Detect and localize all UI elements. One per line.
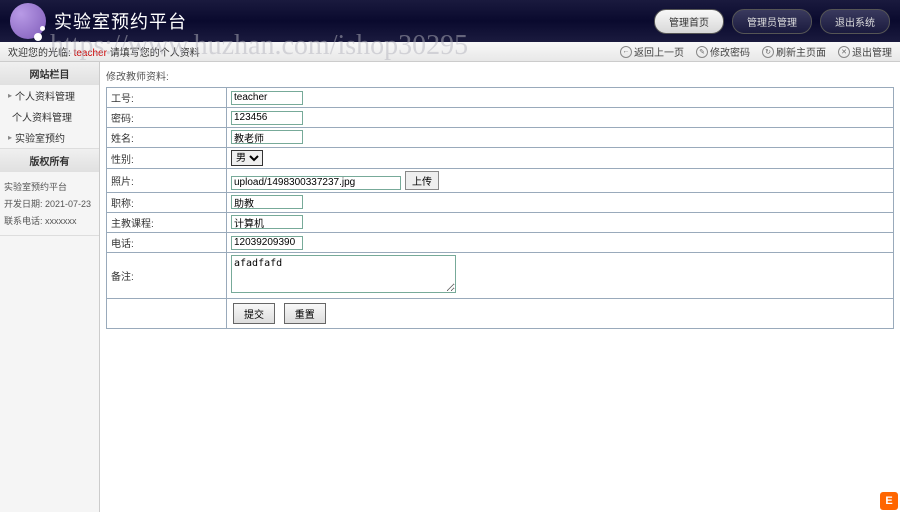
reset-button[interactable]: 重置 [284, 303, 326, 324]
sidebar-item-profile-sub[interactable]: 个人资料管理 [0, 106, 99, 127]
admin-button[interactable]: 管理员管理 [732, 9, 812, 34]
zhaopian-input[interactable] [231, 176, 401, 190]
sidebar-section-copyright: 版权所有 [0, 149, 99, 172]
copyright-phone: 联系电话: xxxxxxx [4, 212, 95, 229]
change-password-link[interactable]: ✎修改密码 [696, 44, 750, 59]
sidebar-section-nav: 网站栏目 [0, 62, 99, 85]
mima-label: 密码: [107, 108, 227, 128]
copyright-date: 开发日期: 2021-07-23 [4, 195, 95, 212]
welcome-text: 欢迎您的光临: [8, 48, 74, 59]
corner-badge: E [880, 492, 898, 510]
kecheng-input[interactable] [231, 215, 303, 229]
xingbie-label: 性别: [107, 148, 227, 169]
content: 修改教师资料: 工号: 密码: 姓名: 性别: 男 照片: 上传 [100, 62, 900, 512]
back-icon: ← [620, 46, 632, 58]
xingbie-select[interactable]: 男 [231, 150, 263, 166]
breadcrumb-right: ←返回上一页 ✎修改密码 ↻刷新主页面 ✕退出管理 [620, 44, 892, 59]
zhicheng-input[interactable] [231, 195, 303, 209]
main: 网站栏目 ▸个人资料管理 个人资料管理 ▸实验室预约 版权所有 实验室预约平台 … [0, 62, 900, 512]
beizhu-label: 备注: [107, 253, 227, 299]
sidebar-item-profile[interactable]: ▸个人资料管理 [0, 85, 99, 106]
breadcrumb: 欢迎您的光临: teacher 请填写您的个人资料 ←返回上一页 ✎修改密码 ↻… [0, 42, 900, 62]
key-icon: ✎ [696, 46, 708, 58]
app-title: 实验室预约平台 [54, 8, 187, 34]
gonghao-input[interactable] [231, 91, 303, 105]
home-button[interactable]: 管理首页 [654, 9, 724, 34]
logout-button[interactable]: 退出系统 [820, 9, 890, 34]
copyright-block: 实验室预约平台 开发日期: 2021-07-23 联系电话: xxxxxxx [0, 172, 99, 235]
zhicheng-label: 职称: [107, 193, 227, 213]
copyright-name: 实验室预约平台 [4, 178, 95, 195]
header-buttons: 管理首页 管理员管理 退出系统 [654, 9, 890, 34]
exit-link[interactable]: ✕退出管理 [838, 44, 892, 59]
sidebar: 网站栏目 ▸个人资料管理 个人资料管理 ▸实验室预约 版权所有 实验室预约平台 … [0, 62, 100, 512]
upload-button[interactable]: 上传 [405, 171, 439, 190]
sidebar-item-reserve[interactable]: ▸实验室预约 [0, 127, 99, 148]
refresh-icon: ↻ [762, 46, 774, 58]
header: 实验室预约平台 管理首页 管理员管理 退出系统 [0, 0, 900, 42]
zhaopian-label: 照片: [107, 169, 227, 193]
breadcrumb-extra: 请填写您的个人资料 [107, 48, 200, 59]
gonghao-label: 工号: [107, 88, 227, 108]
arrow-icon: ▸ [8, 91, 12, 100]
logo-icon [10, 3, 46, 39]
beizhu-textarea[interactable]: afadfafd [231, 255, 456, 293]
arrow-icon: ▸ [8, 133, 12, 142]
current-user: teacher [74, 48, 107, 59]
mima-input[interactable] [231, 111, 303, 125]
xingming-input[interactable] [231, 130, 303, 144]
submit-button[interactable]: 提交 [233, 303, 275, 324]
dianhua-label: 电话: [107, 233, 227, 253]
dianhua-input[interactable] [231, 236, 303, 250]
back-link[interactable]: ←返回上一页 [620, 44, 684, 59]
exit-icon: ✕ [838, 46, 850, 58]
form-table: 工号: 密码: 姓名: 性别: 男 照片: 上传 职称: [106, 87, 894, 329]
kecheng-label: 主教课程: [107, 213, 227, 233]
refresh-link[interactable]: ↻刷新主页面 [762, 44, 826, 59]
breadcrumb-left: 欢迎您的光临: teacher 请填写您的个人资料 [8, 44, 200, 59]
form-title: 修改教师资料: [106, 68, 894, 83]
logo-area: 实验室预约平台 [10, 3, 187, 39]
xingming-label: 姓名: [107, 128, 227, 148]
